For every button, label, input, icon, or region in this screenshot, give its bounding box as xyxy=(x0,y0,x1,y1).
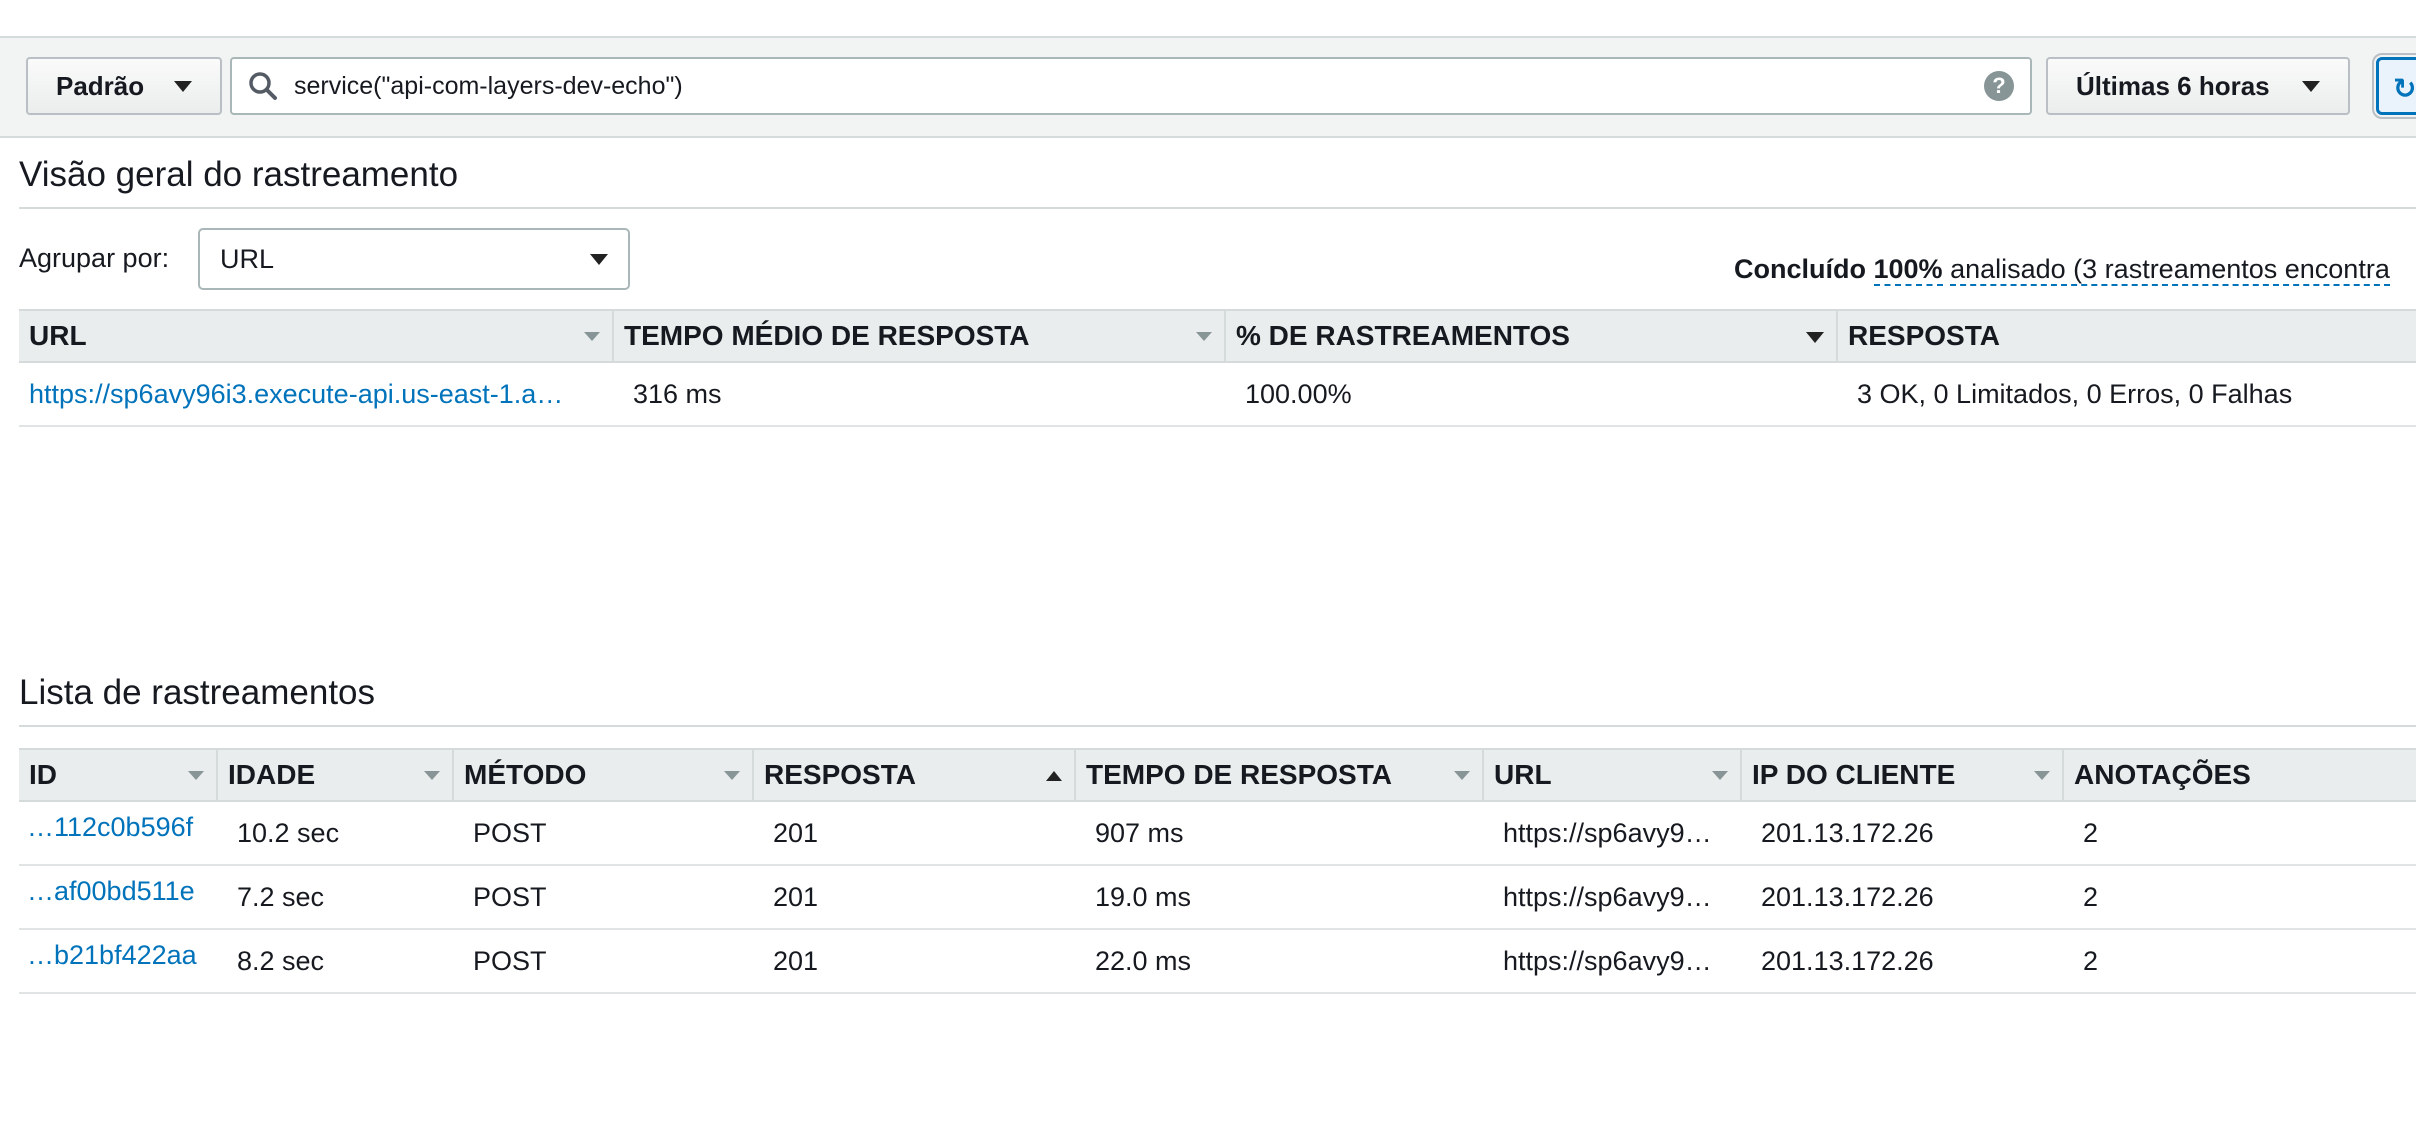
column-header-method[interactable]: MÉTODO xyxy=(453,748,754,802)
status-percent[interactable]: 100% xyxy=(1873,254,1943,286)
age-cell: 7.2 sec xyxy=(217,865,453,930)
annotations-cell: 2 xyxy=(2063,865,2416,930)
sort-icon[interactable] xyxy=(724,771,740,780)
trace-header-row: ID IDADE MÉTODO RESPOSTA TEMPO DE RESPOS… xyxy=(19,748,2416,802)
sort-icon[interactable] xyxy=(584,332,600,341)
annotations-cell: 2 xyxy=(2063,801,2416,866)
table-row[interactable]: …112c0b596f 10.2 sec POST 201 907 ms htt… xyxy=(19,801,2416,866)
response-time-cell: 22.0 ms xyxy=(1075,929,1483,994)
table-row[interactable]: …af00bd511e 7.2 sec POST 201 19.0 ms htt… xyxy=(19,865,2416,930)
column-header-age[interactable]: IDADE xyxy=(217,748,454,802)
response-cell: 201 xyxy=(753,929,1075,994)
sort-icon[interactable] xyxy=(2034,771,2050,780)
client-ip-cell: 201.13.172.26 xyxy=(1741,865,2063,930)
column-header-response[interactable]: RESPOSTA xyxy=(753,748,1076,802)
column-header-avg-response[interactable]: TEMPO MÉDIO DE RESPOSTA xyxy=(613,309,1226,363)
column-header-response-time[interactable]: TEMPO DE RESPOSTA xyxy=(1075,748,1484,802)
trace-id-link[interactable]: …b21bf422aa xyxy=(19,929,217,994)
group-by-label: Agrupar por: xyxy=(19,243,170,273)
url-cell: https://sp6avy9… xyxy=(1483,801,1741,866)
sort-icon[interactable] xyxy=(1454,771,1470,780)
divider xyxy=(19,725,2416,727)
view-dropdown-label: Padrão xyxy=(56,70,145,101)
column-header-id[interactable]: ID xyxy=(19,748,218,802)
search-icon xyxy=(249,72,277,100)
sort-icon[interactable] xyxy=(188,771,204,780)
chevron-down-icon xyxy=(174,80,192,92)
url-cell: https://sp6avy9… xyxy=(1483,865,1741,930)
overview-title: Visão geral do rastreamento xyxy=(19,155,459,194)
column-header-url[interactable]: URL xyxy=(1483,748,1742,802)
sort-icon[interactable] xyxy=(1196,332,1212,341)
url-link[interactable]: https://sp6avy96i3.execute-api.us-east-1… xyxy=(19,362,613,427)
filter-toolbar: Padrão ? Últimas 6 horas ↻ xyxy=(0,36,2416,138)
avg-response-cell: 316 ms xyxy=(613,362,1225,427)
column-header-annotations[interactable]: ANOTAÇÕES xyxy=(2063,748,2416,802)
trace-id-link[interactable]: …112c0b596f xyxy=(19,801,217,866)
annotations-cell: 2 xyxy=(2063,929,2416,994)
help-icon[interactable]: ? xyxy=(1984,71,2014,101)
response-summary-cell: 3 OK, 0 Limitados, 0 Erros, 0 Falhas xyxy=(1837,362,2416,427)
sort-icon[interactable] xyxy=(1712,771,1728,780)
method-cell: POST xyxy=(453,801,753,866)
age-cell: 8.2 sec xyxy=(217,929,453,994)
overview-table: URL TEMPO MÉDIO DE RESPOSTA % DE RASTREA… xyxy=(19,309,2416,427)
status-suffix[interactable]: analisado (3 rastreamentos encontra xyxy=(1950,254,2390,286)
view-dropdown-button[interactable]: Padrão xyxy=(26,57,222,115)
url-cell: https://sp6avy9… xyxy=(1483,929,1741,994)
time-range-label: Últimas 6 horas xyxy=(2076,70,2270,101)
percent-traces-cell: 100.00% xyxy=(1225,362,1837,427)
chevron-down-icon xyxy=(2302,80,2320,92)
response-cell: 201 xyxy=(753,865,1075,930)
column-header-response[interactable]: RESPOSTA xyxy=(1837,309,2416,363)
column-header-client-ip[interactable]: IP DO CLIENTE xyxy=(1741,748,2064,802)
status-prefix: Concluído xyxy=(1734,254,1866,284)
trace-list-table: ID IDADE MÉTODO RESPOSTA TEMPO DE RESPOS… xyxy=(19,748,2416,994)
client-ip-cell: 201.13.172.26 xyxy=(1741,801,2063,866)
trace-list-title: Lista de rastreamentos xyxy=(19,673,376,712)
analysis-status: Concluído 100% analisado (3 rastreamento… xyxy=(1734,254,2390,286)
chevron-down-icon xyxy=(590,253,608,265)
sort-active-icon[interactable] xyxy=(1806,332,1824,343)
response-cell: 201 xyxy=(753,801,1075,866)
column-header-percent-traces[interactable]: % DE RASTREAMENTOS xyxy=(1225,309,1838,363)
method-cell: POST xyxy=(453,929,753,994)
table-row[interactable]: https://sp6avy96i3.execute-api.us-east-1… xyxy=(19,362,2416,427)
response-time-cell: 19.0 ms xyxy=(1075,865,1483,930)
table-row[interactable]: …b21bf422aa 8.2 sec POST 201 22.0 ms htt… xyxy=(19,929,2416,994)
trace-id-link[interactable]: …af00bd511e xyxy=(19,865,217,930)
filter-expression-field[interactable]: ? xyxy=(230,57,2032,115)
sort-ascending-icon[interactable] xyxy=(1046,771,1062,781)
filter-expression-input[interactable] xyxy=(292,70,1984,102)
sort-icon[interactable] xyxy=(424,771,440,780)
method-cell: POST xyxy=(453,865,753,930)
response-time-cell: 907 ms xyxy=(1075,801,1483,866)
overview-header-row: URL TEMPO MÉDIO DE RESPOSTA % DE RASTREA… xyxy=(19,309,2416,363)
divider xyxy=(19,207,2416,209)
column-header-url[interactable]: URL xyxy=(19,309,614,363)
refresh-button[interactable]: ↻ xyxy=(2372,53,2416,119)
client-ip-cell: 201.13.172.26 xyxy=(1741,929,2063,994)
age-cell: 10.2 sec xyxy=(217,801,453,866)
refresh-icon: ↻ xyxy=(2393,73,2416,104)
group-by-select[interactable]: URL xyxy=(198,228,630,290)
time-range-dropdown-button[interactable]: Últimas 6 horas xyxy=(2046,57,2350,115)
group-by-value: URL xyxy=(220,243,275,274)
